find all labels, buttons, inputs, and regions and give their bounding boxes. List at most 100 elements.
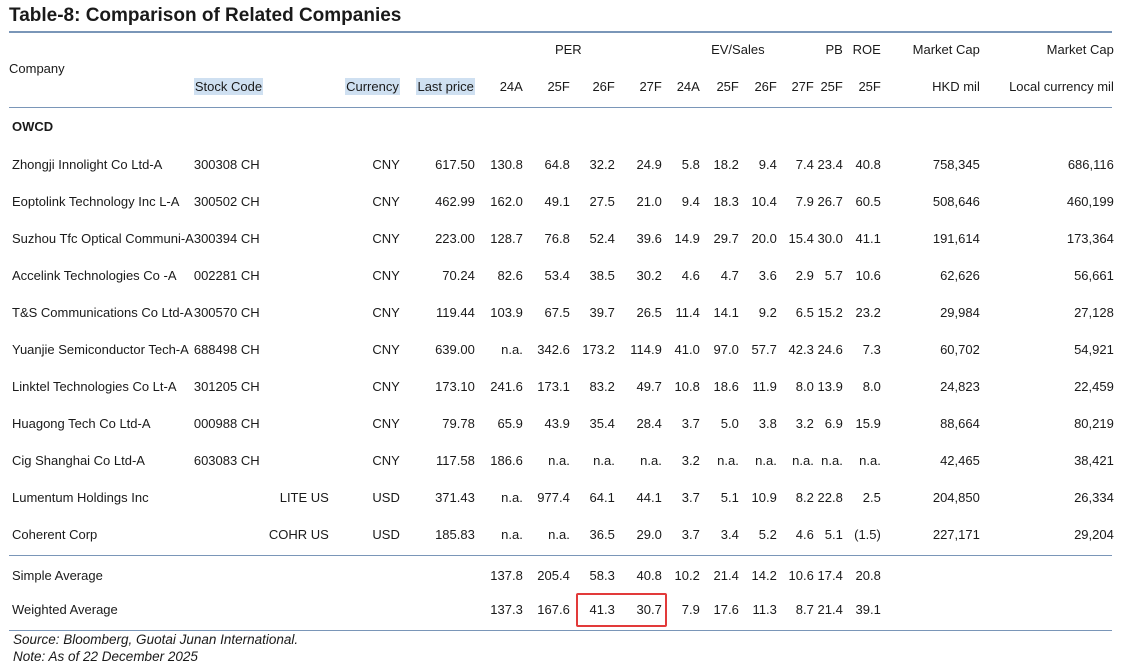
ev-24a: 14.9 <box>674 231 700 246</box>
per-26f: 58.3 <box>589 567 615 583</box>
pb-25f: 21.4 <box>817 601 843 617</box>
ev-25f: 29.7 <box>713 231 739 246</box>
currency: USD <box>372 527 400 542</box>
ev-26f: 10.4 <box>751 194 777 209</box>
ev-27f: 42.3 <box>788 342 814 357</box>
roe-25f: 7.3 <box>862 342 881 357</box>
ev-27f: 6.5 <box>795 305 814 320</box>
per-27f: 29.0 <box>636 527 662 542</box>
ev-27f-header: 27F <box>791 78 814 94</box>
ev-25f: n.a. <box>717 453 739 468</box>
market-cap-local: 56,661 <box>1074 268 1114 283</box>
table-row: Lumentum Holdings Inc LITE US USD 371.43… <box>9 479 1114 516</box>
roe-25f: 39.1 <box>855 601 881 617</box>
market-cap-local: 80,219 <box>1074 416 1114 431</box>
local-mil-header: Local currency mil <box>1009 78 1114 94</box>
per-25f: 43.9 <box>544 416 570 431</box>
ev-25f: 97.0 <box>713 342 739 357</box>
ev-24a: 41.0 <box>674 342 700 357</box>
per-24a: 130.8 <box>490 157 523 172</box>
pb-25f: 30.0 <box>817 231 843 246</box>
market-cap-local: 22,459 <box>1074 379 1114 394</box>
per-25f: 49.1 <box>544 194 570 209</box>
ev-26f: 9.2 <box>758 305 777 320</box>
company-name: Yuanjie Semiconductor Tech-A <box>12 342 189 357</box>
company-header: Company <box>9 61 65 76</box>
per-25f: n.a. <box>548 453 570 468</box>
per-27f: 24.9 <box>636 157 662 172</box>
per-26f: 52.4 <box>589 231 615 246</box>
ev-25f: 18.2 <box>713 157 739 172</box>
roe-25f: 2.5 <box>862 490 881 505</box>
per-25f: 53.4 <box>544 268 570 283</box>
per-24a: 137.3 <box>490 601 523 617</box>
ev-24a: 3.7 <box>681 416 700 431</box>
per-25f: n.a. <box>548 527 570 542</box>
ev-26f: 57.7 <box>751 342 777 357</box>
market-cap-hkd: 42,465 <box>940 453 980 468</box>
last-price: 70.24 <box>442 268 475 283</box>
last-price: 371.43 <box>435 490 475 505</box>
per-25f: 173.1 <box>537 379 570 394</box>
roe-header: ROE <box>852 42 881 57</box>
per-26f-header: 26F <box>592 78 615 94</box>
ev-25f: 21.4 <box>713 567 739 583</box>
market-cap-local: 686,116 <box>1067 157 1114 172</box>
pb-25f: 24.6 <box>817 342 843 357</box>
ev-25f: 17.6 <box>713 601 739 617</box>
ev-26f: 11.3 <box>752 601 777 617</box>
per-25f: 64.8 <box>544 157 570 172</box>
roe-25f: (1.5) <box>854 527 881 542</box>
company-name: Cig Shanghai Co Ltd-A <box>12 453 145 468</box>
ev-27f: 15.4 <box>788 231 814 246</box>
per-24a: 128.7 <box>490 231 523 246</box>
stock-code: 603083 CH <box>193 453 260 468</box>
table-row: Linktel Technologies Co Lt-A 301205 CH C… <box>9 368 1114 405</box>
ev-27f: 8.7 <box>795 601 814 617</box>
per-25f: 76.8 <box>544 231 570 246</box>
per-26f: 173.2 <box>582 342 615 357</box>
per-26f: 38.5 <box>589 268 615 283</box>
market-cap-local: 26,334 <box>1074 490 1114 505</box>
stock-code: 300308 CH <box>193 157 260 172</box>
last-price: 119.44 <box>436 305 475 320</box>
roe-25f-header: 25F <box>858 78 881 94</box>
company-name: Lumentum Holdings Inc <box>12 490 149 505</box>
per-25f: 67.5 <box>544 305 570 320</box>
footnote: Source: Bloomberg, Guotai Junan Internat… <box>13 631 298 665</box>
currency: CNY <box>372 268 400 283</box>
per-27f: 44.1 <box>636 490 662 505</box>
ev-24a: 3.7 <box>681 527 700 542</box>
ev-26f: 5.2 <box>758 527 777 542</box>
company-name: Linktel Technologies Co Lt-A <box>12 379 177 394</box>
table-row: Yuanjie Semiconductor Tech-A 688498 CH C… <box>9 331 1114 368</box>
last-price: 79.78 <box>442 416 475 431</box>
currency: CNY <box>372 231 400 246</box>
ev-26f-header: 26F <box>754 78 777 94</box>
ev-25f: 5.0 <box>720 416 739 431</box>
ev-26f: 14.2 <box>751 567 777 583</box>
roe-25f: 8.0 <box>862 379 881 394</box>
per-24a: 186.6 <box>490 453 523 468</box>
per-27f: 39.6 <box>636 231 662 246</box>
roe-25f: 10.6 <box>855 268 881 283</box>
ev-sales-group-header: EV/Sales <box>711 42 765 57</box>
per-25f-header: 25F <box>547 78 570 94</box>
market-cap-local: 54,921 <box>1074 342 1114 357</box>
ev-26f: 11.9 <box>752 379 777 394</box>
roe-25f: 20.8 <box>855 567 881 583</box>
currency-header: Currency <box>345 77 400 95</box>
roe-25f: 60.5 <box>855 194 881 209</box>
pb-25f: 23.4 <box>817 157 843 172</box>
source-note: Source: Bloomberg, Guotai Junan Internat… <box>13 632 299 647</box>
per-24a: 137.8 <box>490 567 523 583</box>
last-price-header: Last price <box>416 77 475 95</box>
ev-25f: 3.4 <box>720 527 739 542</box>
pb-25f: 6.9 <box>824 416 843 431</box>
ev-24a: 10.8 <box>674 379 700 394</box>
per-27f-header: 27F <box>639 78 662 94</box>
ev-26f: 3.6 <box>758 268 777 283</box>
per-25f: 205.4 <box>537 567 570 583</box>
ev-24a: 11.4 <box>675 305 700 320</box>
market-cap-hkd-header: Market Cap <box>912 42 980 57</box>
